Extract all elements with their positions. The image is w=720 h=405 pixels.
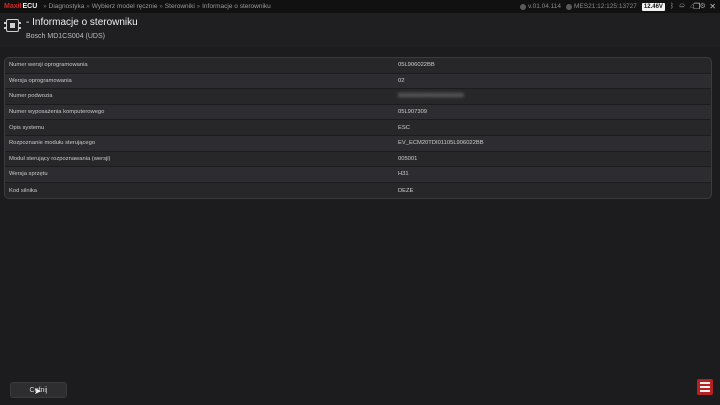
breadcrumb-item-controllers[interactable]: Sterowniki	[165, 3, 195, 10]
breadcrumb-separator-icon: »	[43, 3, 47, 10]
row-value: H31	[398, 171, 409, 178]
row-value: 005001	[398, 155, 418, 162]
row-label: Kod silnika	[9, 187, 38, 194]
breadcrumb-separator-icon: »	[159, 3, 163, 10]
row-label: Opis systemu	[9, 124, 45, 131]
restore-icon[interactable]: ❐	[693, 2, 700, 11]
row-label: Numer wyposażenia komputerowego	[9, 109, 105, 116]
row-label: Numer wersji oprogramowania	[9, 62, 88, 69]
battery-voltage-badge: 12.46V	[641, 2, 665, 11]
row-value: 02	[398, 77, 405, 84]
breadcrumb: » Diagnostyka » Wybierz model ręcznie » …	[41, 3, 270, 10]
page-subtitle: Bosch MD1CS004 (UDS)	[26, 33, 105, 40]
brand-name-part2: ECU	[22, 3, 38, 10]
table-row: Kod silnika DEZE	[5, 183, 711, 198]
vehicle-info-text: MES21:12:125:13727	[574, 3, 637, 10]
page-title: - Informacje o sterowniku	[26, 17, 138, 28]
table-row: Moduł sterujący rozpoznawania (wersji) 0…	[5, 152, 711, 168]
vehicle-icon	[566, 3, 573, 10]
row-label: Rozpoznanie modułu sterującego	[9, 140, 96, 147]
row-value: 05L906022BB	[398, 62, 435, 69]
mouse-cursor-icon: ➤	[34, 386, 42, 396]
version-indicator: v.01.04.114	[520, 3, 561, 10]
row-value: DEZE	[398, 187, 414, 194]
breadcrumb-separator-icon: »	[196, 3, 201, 10]
app-logo: MaxiI ECU	[4, 3, 37, 10]
row-label: Numer podwozia	[9, 93, 53, 100]
window-controls: – ❐ ✕	[680, 0, 716, 13]
row-label: Wersja sprzętu	[9, 171, 48, 178]
table-row: Rozpoznanie modułu sterującego EV_ECM20T…	[5, 135, 711, 152]
row-label: Wersja oprogramowania	[9, 77, 72, 84]
table-row: Wersja sprzętu H31	[5, 167, 711, 183]
bluetooth-icon: ᛒ	[669, 3, 675, 10]
page-header: - Informacje o sterowniku Bosch MD1CS004…	[0, 13, 720, 47]
ecu-chip-icon	[4, 19, 21, 32]
breadcrumb-item-diagnostics[interactable]: Diagnostyka	[49, 3, 85, 10]
version-icon	[520, 3, 526, 10]
breadcrumb-item-controller-info: Informacje o sterowniku	[202, 3, 271, 10]
breadcrumb-separator-icon: »	[86, 3, 90, 10]
status-area: v.01.04.114 MES21:12:125:13727 12.46V ᛒ …	[520, 0, 706, 13]
vci-logo-icon[interactable]	[697, 379, 713, 395]
vehicle-info-indicator: MES21:12:125:13727	[566, 3, 637, 10]
top-bar: MaxiI ECU » Diagnostyka » Wybierz model …	[0, 0, 720, 13]
minimize-icon[interactable]: –	[680, 2, 684, 11]
row-label: Moduł sterujący rozpoznawania (wersji)	[9, 155, 111, 162]
breadcrumb-item-select-model[interactable]: Wybierz model ręcznie	[92, 3, 158, 10]
close-icon[interactable]: ✕	[709, 2, 716, 11]
row-value: 05L907309	[398, 109, 428, 116]
row-value: EV_ECM20TDI01105L906022BB	[398, 140, 484, 147]
version-text: v.01.04.114	[528, 3, 562, 10]
row-value-masked: XXXXXXXXXXXXXXXXX	[398, 93, 464, 100]
row-value: ESC	[398, 124, 410, 131]
table-row: Wersja oprogramowania 02	[5, 73, 711, 90]
table-row: Numer podwozia XXXXXXXXXXXXXXXXX	[5, 89, 711, 105]
controller-info-table: Numer wersji oprogramowania 05L906022BB …	[4, 57, 712, 199]
table-row: Opis systemu ESC	[5, 120, 711, 136]
table-row: Numer wyposażenia komputerowego 05L90730…	[5, 104, 711, 121]
table-row: Numer wersji oprogramowania 05L906022BB	[5, 58, 711, 74]
brand-name-part1: MaxiI	[4, 3, 22, 10]
